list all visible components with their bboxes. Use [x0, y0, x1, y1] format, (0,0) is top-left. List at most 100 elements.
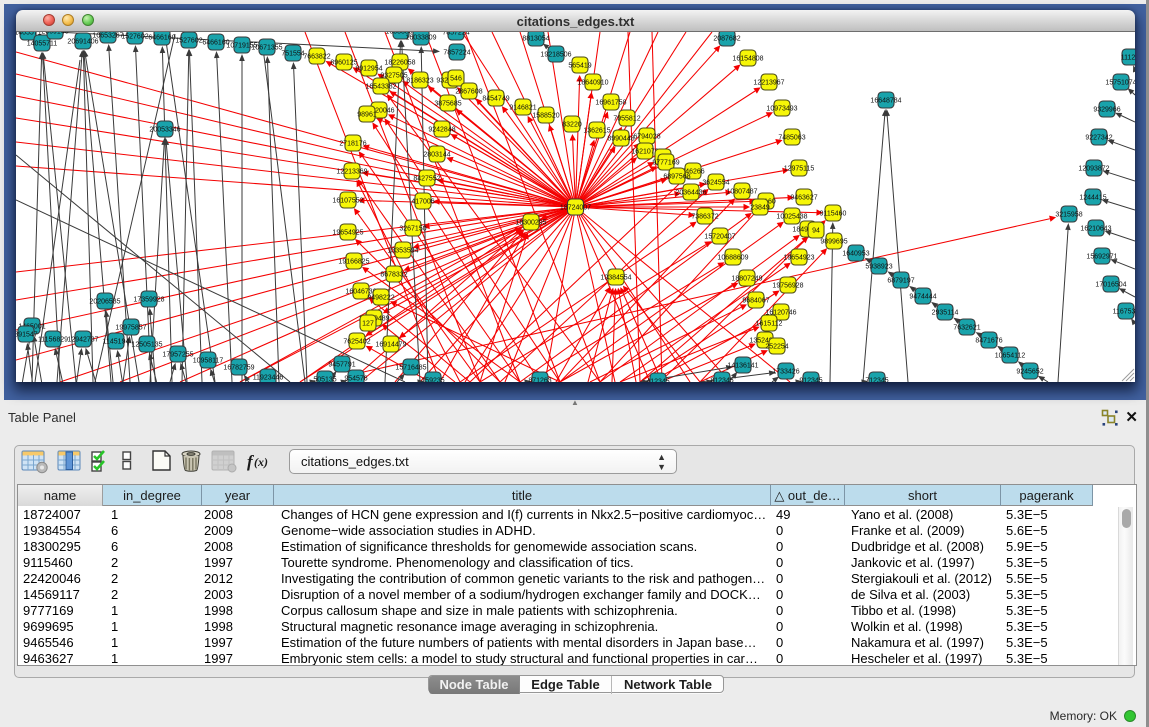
svg-text:11121: 11121	[1121, 55, 1135, 62]
svg-text:3875685: 3875685	[434, 101, 461, 108]
svg-text:12093872: 12093872	[1078, 166, 1109, 173]
svg-text:2718176: 2718176	[339, 141, 366, 148]
svg-text:1362615: 1362615	[583, 128, 610, 135]
svg-text:9457791: 9457791	[328, 362, 355, 369]
svg-text:391547: 391547	[16, 332, 38, 339]
svg-text:2087682: 2087682	[713, 36, 740, 43]
svg-text:16648784: 16648784	[870, 98, 901, 105]
svg-text:7663822: 7663822	[303, 54, 330, 61]
svg-text:19654925: 19654925	[332, 230, 363, 237]
svg-text:12213967: 12213967	[753, 80, 784, 87]
svg-text:16782759: 16782759	[223, 365, 254, 372]
svg-text:1527602: 1527602	[175, 38, 202, 45]
svg-text:19166825: 19166825	[338, 259, 369, 266]
svg-text:9899695: 9899695	[820, 239, 847, 246]
svg-text:16154808: 16154808	[732, 56, 763, 63]
svg-text:20053346: 20053346	[149, 127, 180, 134]
svg-text:9684067: 9684067	[742, 298, 769, 305]
svg-text:10671355: 10671355	[251, 45, 282, 52]
svg-text:7857224: 7857224	[442, 32, 469, 37]
svg-text:159235: 159235	[421, 378, 444, 383]
svg-text:8813054: 8813054	[522, 36, 549, 43]
svg-text:19975857: 19975857	[115, 325, 146, 332]
svg-text:15692971: 15692971	[1086, 254, 1117, 261]
svg-text:8912954: 8912954	[355, 66, 382, 73]
svg-text:9777169: 9777169	[652, 160, 679, 167]
svg-text:9115460: 9115460	[820, 211, 847, 218]
svg-text:9498222: 9498222	[367, 295, 394, 302]
svg-text:15751074: 15751074	[1105, 80, 1135, 87]
svg-text:1733426: 1733426	[772, 369, 799, 376]
svg-text:11156829: 11156829	[38, 337, 68, 344]
svg-text:12213369: 12213369	[336, 169, 367, 176]
svg-text:8186323: 8186323	[406, 78, 433, 85]
svg-text:751554: 751554	[281, 51, 304, 58]
svg-text:8454749: 8454749	[482, 96, 509, 103]
svg-text:1640953: 1640953	[842, 251, 869, 258]
svg-text:1244415: 1244415	[1079, 195, 1106, 202]
svg-text:565419: 565419	[568, 63, 591, 70]
svg-text:20206535: 20206535	[89, 299, 120, 306]
svg-text:6879197: 6879197	[887, 278, 914, 285]
svg-text:3267150: 3267150	[399, 226, 426, 233]
svg-text:14136141: 14136141	[727, 363, 758, 370]
svg-text:6897568: 6897568	[663, 174, 690, 181]
svg-text:1167533: 1167533	[1113, 309, 1135, 316]
svg-text:10973493: 10973493	[766, 106, 797, 113]
svg-text:8990448: 8990448	[607, 136, 634, 143]
svg-text:19654923: 19654923	[783, 255, 814, 262]
svg-text:2069140: 2069140	[41, 32, 68, 36]
svg-text:12975115: 12975115	[784, 166, 815, 173]
svg-text:7485063: 7485063	[778, 135, 805, 142]
svg-text:9242848: 9242848	[428, 127, 455, 134]
svg-text:7632621: 7632621	[953, 325, 980, 332]
svg-text:2803144: 2803144	[423, 152, 450, 159]
svg-text:17359928: 17359928	[133, 297, 164, 304]
svg-text:3215958: 3215958	[1055, 212, 1082, 219]
svg-text:3624554: 3624554	[702, 180, 729, 187]
svg-text:(x): (x)	[254, 455, 268, 469]
svg-text:16210643: 16210643	[1080, 226, 1111, 233]
svg-text:15716485: 15716485	[395, 365, 426, 372]
svg-text:18300295: 18300295	[515, 220, 546, 227]
svg-text:16961758: 16961758	[595, 100, 626, 107]
svg-text:7625402: 7625402	[343, 339, 370, 346]
svg-text:9474444: 9474444	[909, 294, 936, 301]
svg-text:712345: 712345	[865, 378, 888, 383]
svg-text:10688609: 10688609	[717, 255, 748, 262]
svg-text:6466160: 6466160	[148, 35, 175, 42]
svg-text:17016504: 17016504	[1095, 282, 1126, 289]
svg-text:16914479: 16914479	[375, 342, 406, 349]
svg-text:1615112: 1615112	[756, 321, 783, 328]
svg-text:127: 127	[362, 321, 374, 328]
svg-text:14055711: 14055711	[27, 41, 58, 48]
svg-text:8427552: 8427552	[413, 176, 440, 183]
svg-text:7857224: 7857224	[443, 50, 470, 57]
svg-text:19384554: 19384554	[600, 275, 631, 282]
svg-text:10958117: 10958117	[193, 358, 224, 365]
svg-text:10654112: 10654112	[995, 353, 1026, 360]
svg-text:6794028: 6794028	[633, 134, 660, 141]
svg-text:13353594: 13353594	[387, 248, 418, 255]
svg-text:15720407: 15720407	[704, 234, 735, 241]
svg-text:83220: 83220	[562, 122, 582, 129]
svg-text:16033809: 16033809	[405, 35, 436, 42]
svg-text:17957255: 17957255	[162, 352, 193, 359]
svg-text:10653267: 10653267	[92, 33, 123, 40]
svg-text:417006: 417006	[411, 199, 434, 206]
svg-text:18640910: 18640910	[577, 80, 608, 87]
svg-text:812345: 812345	[710, 378, 733, 383]
svg-text:7386372: 7386372	[691, 214, 718, 221]
svg-text:12505135: 12505135	[131, 342, 162, 349]
svg-text:19218506: 19218506	[540, 52, 571, 59]
svg-text:2935114: 2935114	[932, 310, 959, 317]
svg-text:18724007: 18724007	[560, 205, 591, 212]
svg-text:252254: 252254	[765, 344, 788, 351]
svg-text:10807487: 10807487	[726, 189, 757, 196]
svg-text:505135: 505135	[313, 377, 336, 383]
svg-text:2867608: 2867608	[455, 89, 482, 96]
svg-text:546: 546	[450, 76, 462, 83]
svg-text:9146821: 9146821	[509, 105, 536, 112]
svg-text:9245652: 9245652	[1016, 369, 1043, 376]
svg-text:16543382: 16543382	[365, 84, 396, 91]
